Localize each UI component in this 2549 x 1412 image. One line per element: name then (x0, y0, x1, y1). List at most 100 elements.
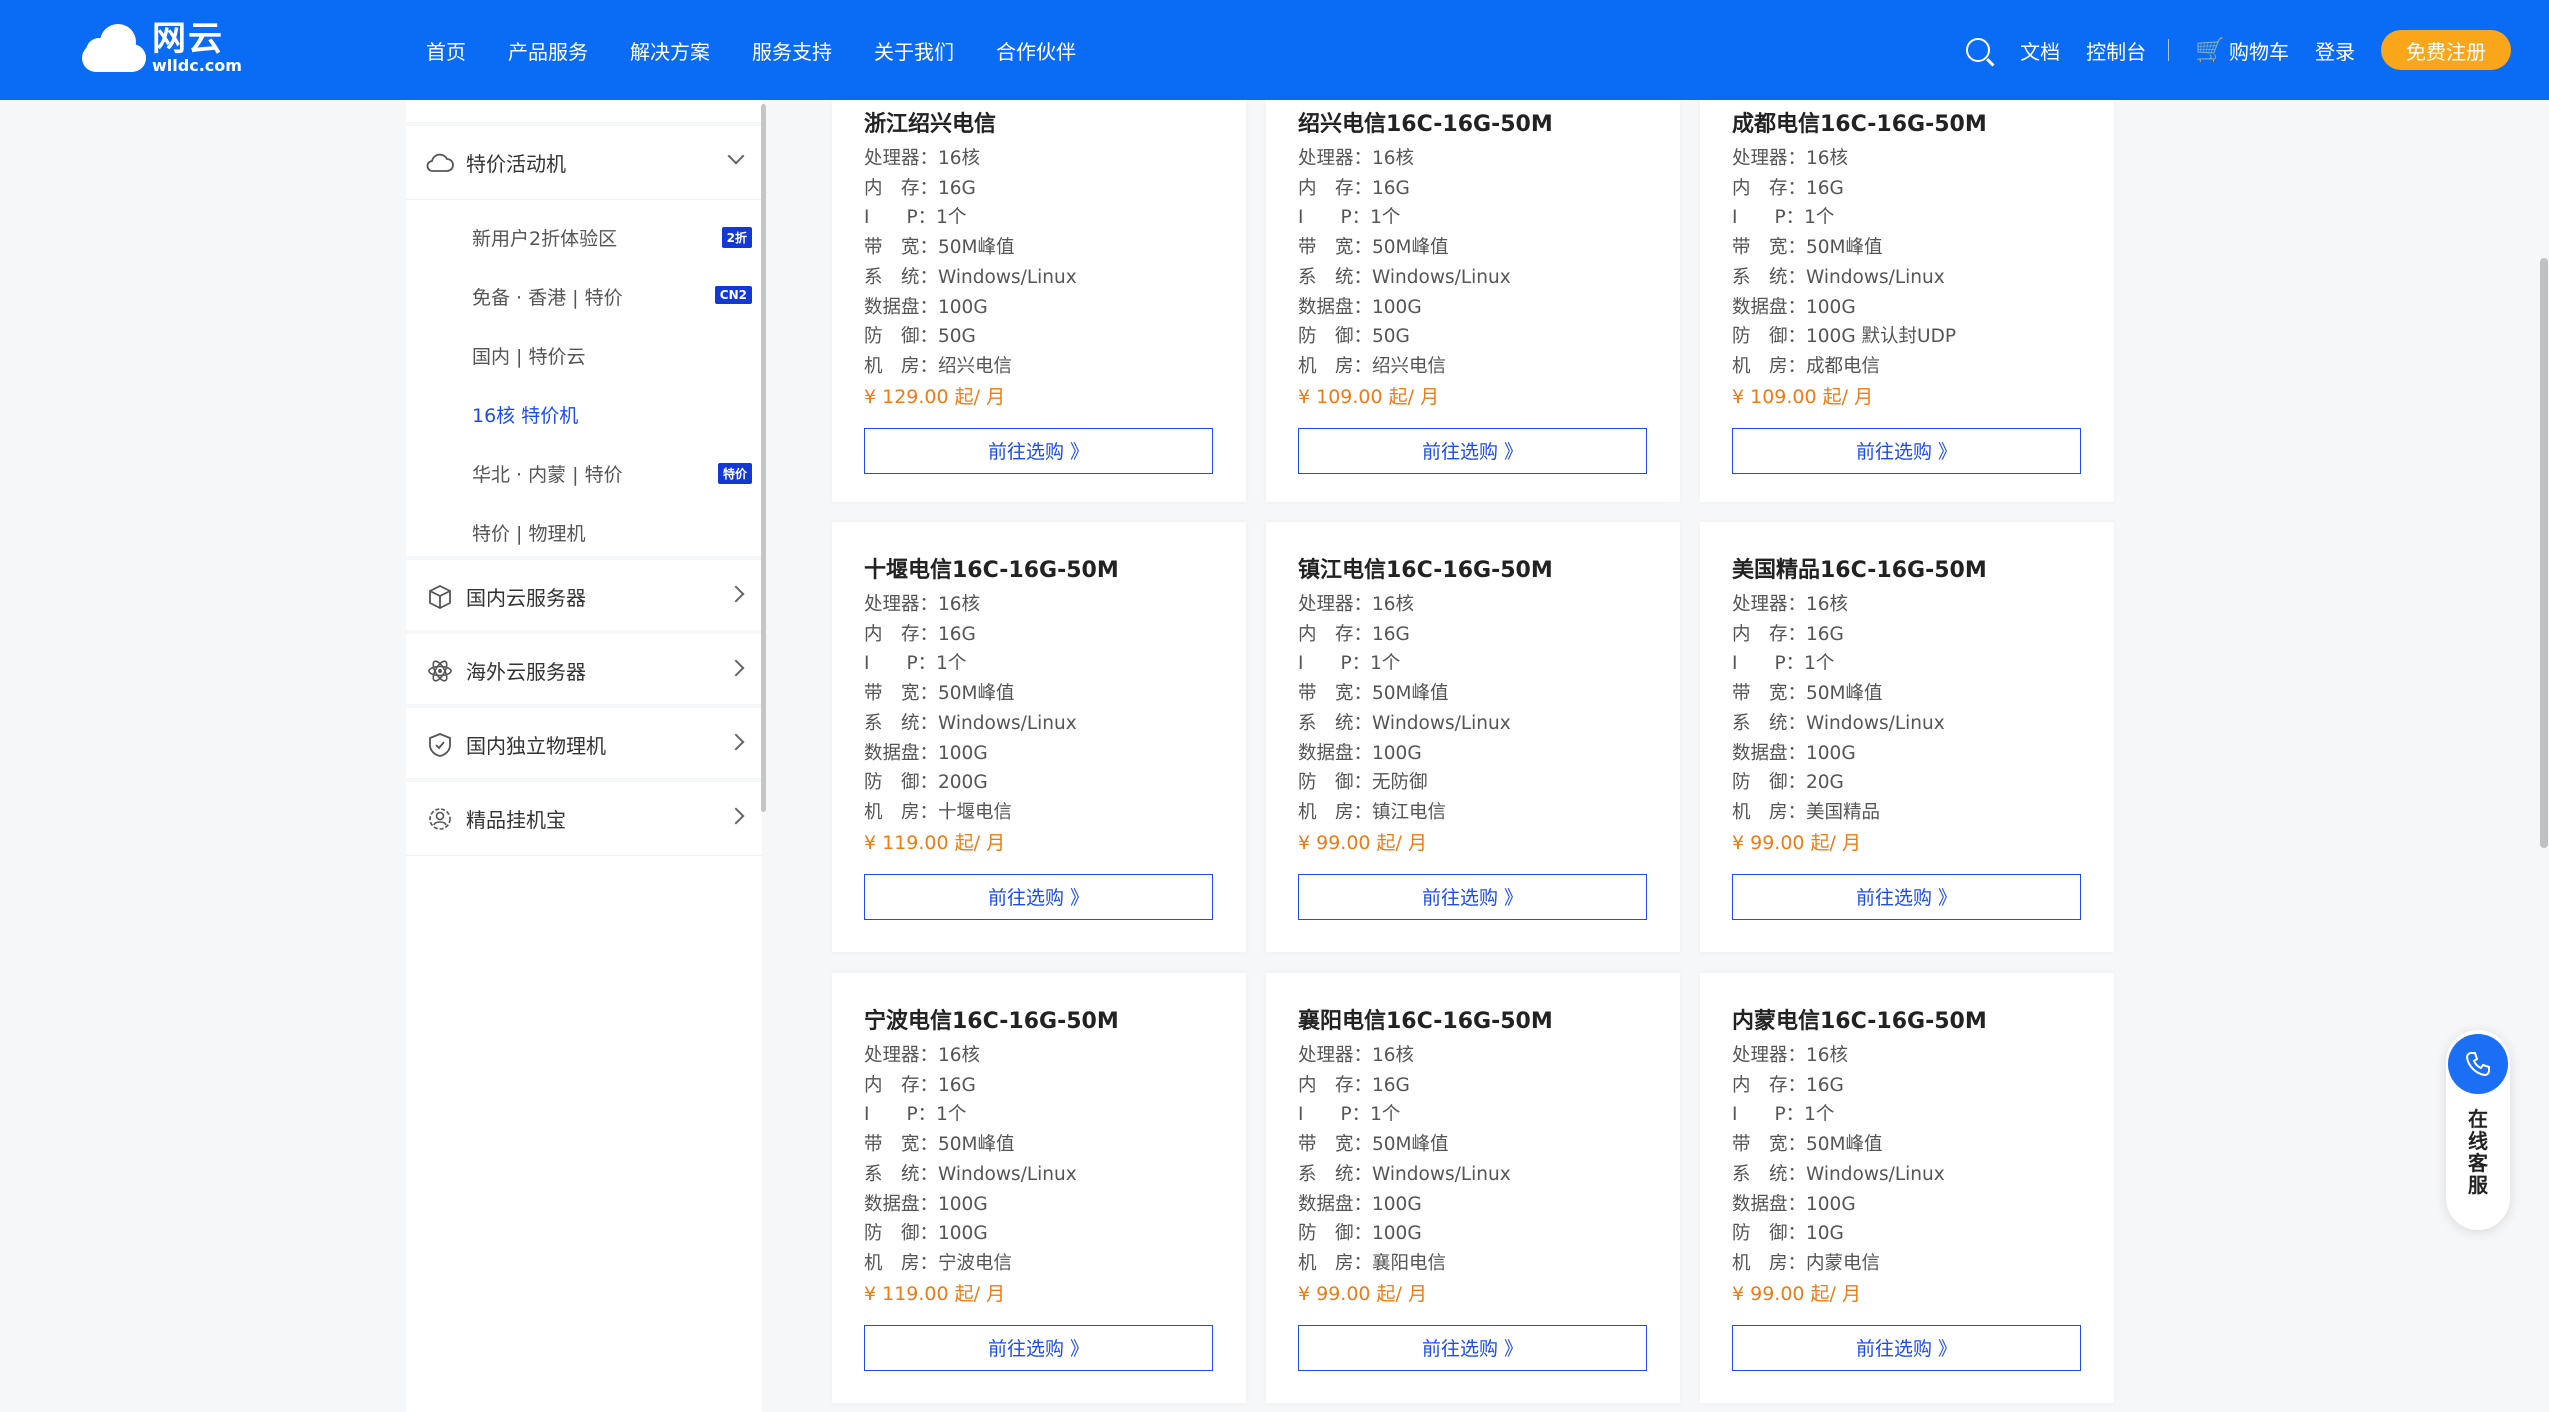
sidebar-item-domestic[interactable]: 国内 | 特价云 (406, 326, 762, 385)
sidebar-head-domestic-cloud[interactable]: 国内云服务器 (406, 560, 762, 634)
buy-button[interactable]: 前往选购 》 (864, 1324, 1213, 1371)
buy-button[interactable]: 前往选购 》 (1298, 873, 1647, 920)
register-button[interactable]: 免费注册 (2381, 30, 2511, 70)
spec-label: 防 御： (864, 772, 939, 794)
search-button[interactable] (1966, 38, 1994, 62)
buy-button[interactable]: 前往选购 》 (864, 427, 1213, 474)
spec-label: 内 存： (1298, 177, 1373, 199)
spec-os: 系 统：Windows/Linux (1298, 1160, 1511, 1186)
spec-label: 系 统： (864, 1163, 939, 1185)
spec-label: 数据盘： (864, 1193, 939, 1215)
buy-button[interactable]: 前往选购 》 (1298, 427, 1647, 474)
spec-label: 带 宽： (1298, 237, 1373, 259)
nav-about[interactable]: 关于我们 (874, 36, 954, 65)
spec-value: 50M峰值 (938, 237, 1015, 259)
product-card: 绍兴电信16C-16G-50M 处理器：16核内 存：16G I P：1个带 宽：5… (1266, 100, 1680, 502)
nav-products[interactable]: 产品服务 (508, 36, 588, 65)
buy-button[interactable]: 前往选购 》 (1732, 1324, 2081, 1371)
spec-mem: 内 存：16G (1732, 174, 1844, 200)
spec-os: 系 统：Windows/Linux (864, 263, 1077, 289)
online-service-widget[interactable]: 在 线 客 服 (2446, 1030, 2510, 1230)
spec-ip: I P：1个 (1732, 1100, 1834, 1126)
spec-value: 200G (938, 772, 988, 794)
sidebar-group-hosting: 精品挂机宝 (406, 778, 762, 856)
spec-label: 带 宽： (864, 237, 939, 259)
spec-label: 数据盘： (1298, 742, 1373, 764)
spec-room: 机 房：宁波电信 (864, 1249, 1012, 1275)
spec-value: 1个 (1804, 1104, 1835, 1126)
sidebar-item-new-user[interactable]: 新用户2折体验区 2折 (406, 208, 762, 267)
spec-room: 机 房：镇江电信 (1298, 798, 1446, 824)
spec-label: 处理器： (864, 1045, 939, 1066)
spec-disk: 数据盘：100G (864, 1190, 988, 1216)
spec-label: 带 宽： (1298, 683, 1373, 705)
spec-label: 带 宽： (1732, 237, 1807, 259)
buy-button[interactable]: 前往选购 》 (864, 873, 1213, 920)
spec-room: 机 房：绍兴电信 (864, 352, 1012, 378)
docs-link[interactable]: 文档 (2020, 36, 2060, 65)
spec-value: 16G (1372, 1074, 1410, 1096)
spec-ddos: 防 御：200G (864, 768, 988, 794)
spec-ip: I P：1个 (864, 203, 966, 229)
sidebar-item-physical[interactable]: 特价 | 物理机 (406, 503, 762, 562)
cart-link[interactable]: 🛒 购物车 (2195, 36, 2289, 65)
nav-support[interactable]: 服务支持 (752, 36, 832, 65)
spec-value: 1个 (1804, 653, 1835, 675)
spec-value: 10G (1806, 1223, 1844, 1245)
spec-ddos: 防 御：50G (1298, 322, 1410, 348)
sidebar-group-domestic-cloud: 国内云服务器 (406, 556, 762, 634)
spec-value: 16核 (1372, 148, 1415, 169)
product-sidebar: 特价活动机 新用户2折体验区 2折 免备 · 香港 | 特价 CN2 国内 | … (406, 100, 762, 1412)
sidebar-scrollbar[interactable] (761, 104, 766, 812)
spec-ddos: 防 御：10G (1732, 1219, 1844, 1245)
sidebar-head-overseas-cloud[interactable]: 海外云服务器 (406, 634, 762, 708)
spec-label: 处理器： (1298, 594, 1373, 615)
logo[interactable]: 网云 wlldc.com (78, 20, 242, 76)
cube-icon (426, 583, 454, 611)
spec-label: I P： (864, 207, 937, 229)
cart-icon: 🛒 (2195, 36, 2225, 64)
spec-value: 50M峰值 (1372, 683, 1449, 705)
product-price: ¥ 129.00 起/ 月 (864, 385, 1006, 408)
product-price: ¥ 99.00 起/ 月 (1732, 831, 1862, 854)
sidebar-head-physical[interactable]: 国内独立物理机 (406, 708, 762, 782)
sidebar-head-hosting[interactable]: 精品挂机宝 (406, 782, 762, 856)
buy-button[interactable]: 前往选购 》 (1298, 1324, 1647, 1371)
spec-label: 防 御： (1298, 772, 1373, 794)
spec-mem: 内 存：16G (1298, 620, 1410, 646)
spec-disk: 数据盘：100G (1298, 293, 1422, 319)
spec-label: 机 房： (1732, 1252, 1807, 1274)
spec-label: I P： (864, 1104, 937, 1126)
spec-ip: I P：1个 (864, 649, 966, 675)
page-scrollbar[interactable] (2540, 258, 2548, 848)
nav-partners[interactable]: 合作伙伴 (996, 36, 1076, 65)
cart-label: 购物车 (2229, 39, 2289, 64)
spec-cpu: 处理器：16核 (864, 1041, 980, 1067)
spec-value: 16G (938, 1074, 976, 1096)
buy-button[interactable]: 前往选购 》 (1732, 873, 2081, 920)
spec-cpu: 处理器：16核 (1298, 1041, 1414, 1067)
spec-value: 20G (1806, 772, 1844, 794)
login-link[interactable]: 登录 (2315, 36, 2355, 65)
spec-value: 1个 (1370, 653, 1401, 675)
sidebar-item-north[interactable]: 华北 · 内蒙 | 特价 特价 (406, 444, 762, 503)
sidebar-head-special[interactable]: 特价活动机 (406, 126, 762, 200)
console-link[interactable]: 控制台 (2086, 36, 2146, 65)
spec-label: 防 御： (1732, 326, 1807, 348)
buy-button[interactable]: 前往选购 》 (1732, 427, 2081, 474)
nav-solutions[interactable]: 解决方案 (630, 36, 710, 65)
spec-label: 内 存： (1732, 177, 1807, 199)
spec-label: 内 存： (1732, 1074, 1807, 1096)
nav-home[interactable]: 首页 (426, 36, 466, 65)
spec-label: 系 统： (1298, 712, 1373, 734)
spec-value: 16G (1372, 177, 1410, 199)
spec-mem: 内 存：16G (1732, 620, 1844, 646)
spec-value: 100G (1806, 742, 1856, 764)
sidebar-item-hongkong[interactable]: 免备 · 香港 | 特价 CN2 (406, 267, 762, 326)
spec-cpu: 处理器：16核 (1298, 590, 1414, 616)
spec-value: 100G (1806, 296, 1856, 318)
spec-room: 机 房：成都电信 (1732, 352, 1880, 378)
spec-room: 机 房：内蒙电信 (1732, 1249, 1880, 1275)
sidebar-item-16core[interactable]: 16核 特价机 (406, 385, 762, 444)
spec-label: 数据盘： (1298, 1193, 1373, 1215)
